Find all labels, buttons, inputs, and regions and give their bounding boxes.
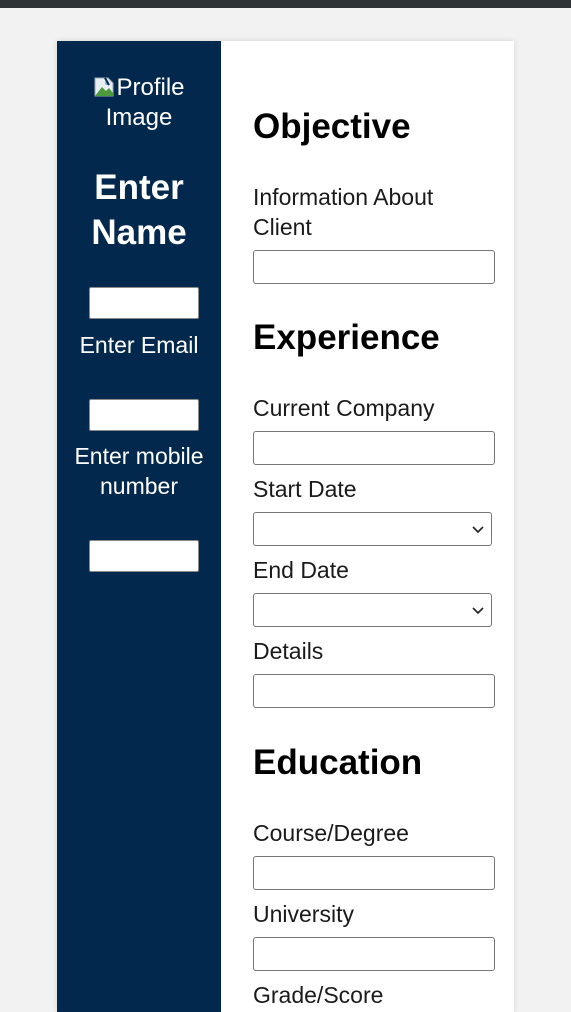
university-input[interactable]	[253, 937, 495, 971]
profile-image-alt-text: Profile Image	[105, 74, 185, 131]
course-input[interactable]	[253, 856, 495, 890]
profile-image: Profile Image	[57, 73, 221, 133]
company-label: Current Company	[253, 395, 435, 421]
course-label: Course/Degree	[253, 820, 409, 846]
email-input[interactable]	[89, 399, 199, 431]
start-date-select[interactable]	[253, 512, 492, 546]
broken-image-icon	[94, 77, 114, 97]
mobile-input[interactable]	[89, 540, 199, 572]
client-info-label: Information About Client	[253, 184, 434, 240]
mobile-label: Enter mobile number	[74, 443, 204, 499]
email-label: Enter Email	[79, 332, 199, 358]
name-heading: Enter Name	[91, 168, 187, 252]
end-date-label: End Date	[253, 557, 349, 583]
end-date-select[interactable]	[253, 593, 492, 627]
chevron-down-icon	[472, 607, 484, 615]
objective-title: Objective	[253, 107, 411, 146]
name-input[interactable]	[89, 287, 199, 319]
education-title: Education	[253, 743, 423, 782]
details-input[interactable]	[253, 674, 495, 708]
company-input[interactable]	[253, 431, 495, 465]
sidebar: Profile Image Enter Name Enter Email Ent…	[57, 41, 221, 1012]
details-label: Details	[253, 638, 324, 664]
experience-title: Experience	[253, 318, 440, 357]
start-date-label: Start Date	[253, 476, 357, 502]
resume-form-card: Profile Image Enter Name Enter Email Ent…	[57, 41, 514, 1012]
university-label: University	[253, 901, 354, 927]
grade-label: Grade/Score	[253, 982, 384, 1008]
chevron-down-icon	[472, 526, 484, 534]
client-info-input[interactable]	[253, 250, 495, 284]
browser-top-bar	[0, 0, 571, 8]
